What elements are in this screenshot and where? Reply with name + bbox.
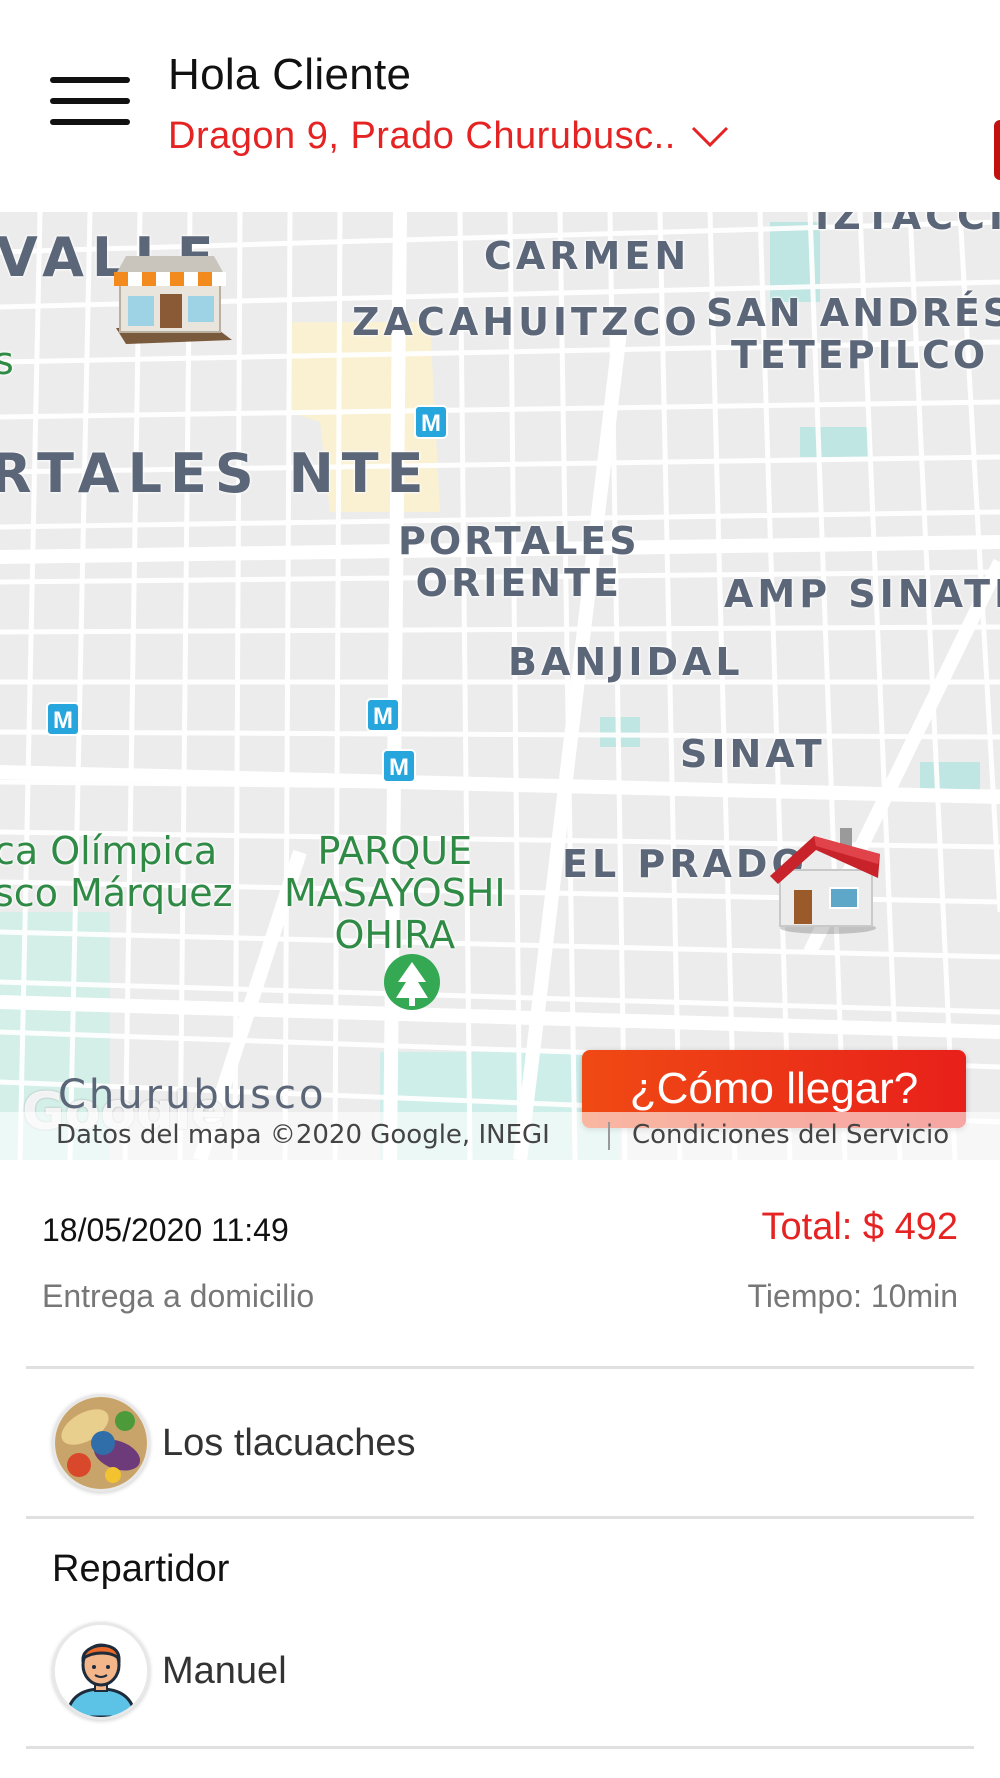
courier-person-icon <box>55 1625 147 1717</box>
park-tree-icon <box>384 954 440 1010</box>
map-label-amp-sinatel: AMP SINATE <box>724 572 1000 616</box>
park-label-ohira: OHIRA <box>334 913 456 957</box>
park-label-line2: sco Márquez <box>0 871 233 915</box>
map-label-carmen: CARMEN <box>484 234 691 278</box>
restaurant-avatar <box>52 1394 150 1492</box>
map-label-banjidal: BANJIDAL <box>508 640 744 684</box>
delivery-eta: Tiempo: 10min <box>747 1278 958 1314</box>
attribution-divider <box>608 1122 610 1150</box>
park-label-parque: PARQUE <box>317 829 473 873</box>
chevron-down-icon <box>691 126 728 147</box>
edge-accent <box>994 120 1000 180</box>
address-selector[interactable]: Dragon 9, Prado Churubusc.. <box>168 115 730 158</box>
map-label-portales: PORTALES <box>398 519 640 563</box>
order-datetime: 18/05/2020 11:49 <box>42 1212 289 1248</box>
divider <box>26 1366 974 1369</box>
metro-station-icon[interactable]: M <box>366 698 400 732</box>
map-label-san-andres: SAN ANDRÉS TETEPILCO <box>706 292 1000 376</box>
restaurant-food-icon <box>55 1397 147 1489</box>
metro-station-icon[interactable]: M <box>414 405 448 439</box>
map-label-oriente: ORIENTE <box>415 561 622 605</box>
service-type: Entrega a domicilio <box>42 1278 315 1314</box>
map-label-sinatel: SINAT <box>680 732 826 776</box>
map-label-iztacci: IZTACCI <box>815 212 1000 238</box>
divider <box>26 1516 974 1519</box>
map-attribution: Datos del mapa ©2020 Google, INEGI Condi… <box>0 1112 1000 1160</box>
order-details: 18/05/2020 11:49 Total: $ 492 Entrega a … <box>0 1160 1000 1778</box>
map-data-credit: Datos del mapa ©2020 Google, INEGI <box>56 1120 550 1150</box>
order-total: Total: $ 492 <box>761 1206 958 1248</box>
map-view[interactable]: VALLE CARMEN IZTACCI ZACAHUITZCO SAN AND… <box>0 212 1000 1160</box>
divider <box>26 1746 974 1749</box>
map-label-tetepilco: TETEPILCO <box>731 333 989 377</box>
terms-of-service-link[interactable]: Condiciones del Servicio <box>632 1120 949 1150</box>
map-label-san-andres-line1: SAN ANDRÉS <box>706 291 1000 335</box>
metro-station-icon[interactable]: M <box>46 702 80 736</box>
map-label-portales-oriente: PORTALES ORIENTE <box>398 520 640 604</box>
hamburger-menu-icon[interactable] <box>50 77 130 127</box>
courier-avatar <box>52 1622 150 1720</box>
park-label-masayoshi-ohira: PARQUE MASAYOSHI OHIRA <box>284 830 506 956</box>
app-header: Hola Cliente Dragon 9, Prado Churubusc.. <box>0 0 1000 212</box>
metro-station-icon[interactable]: M <box>382 749 416 783</box>
restaurant-name[interactable]: Los tlacuaches <box>162 1422 416 1465</box>
home-marker-icon[interactable] <box>766 824 884 936</box>
greeting-title: Hola Cliente <box>168 50 412 99</box>
delivery-address: Dragon 9, Prado Churubusc.. <box>168 115 676 157</box>
map-label-zacahuitzco: ZACAHUITZCO <box>352 300 701 344</box>
map-label-portales-nte: RTALES NTE <box>0 442 432 505</box>
park-label-edge: s <box>0 339 14 383</box>
store-marker-icon[interactable] <box>106 248 236 346</box>
park-label-masayoshi: MASAYOSHI <box>284 871 506 915</box>
park-label-ciudad-deportiva: ca Olímpica sco Márquez <box>0 830 233 914</box>
courier-heading: Repartidor <box>52 1548 230 1590</box>
courier-name: Manuel <box>162 1650 287 1692</box>
park-label-line1: ca Olímpica <box>0 829 218 873</box>
